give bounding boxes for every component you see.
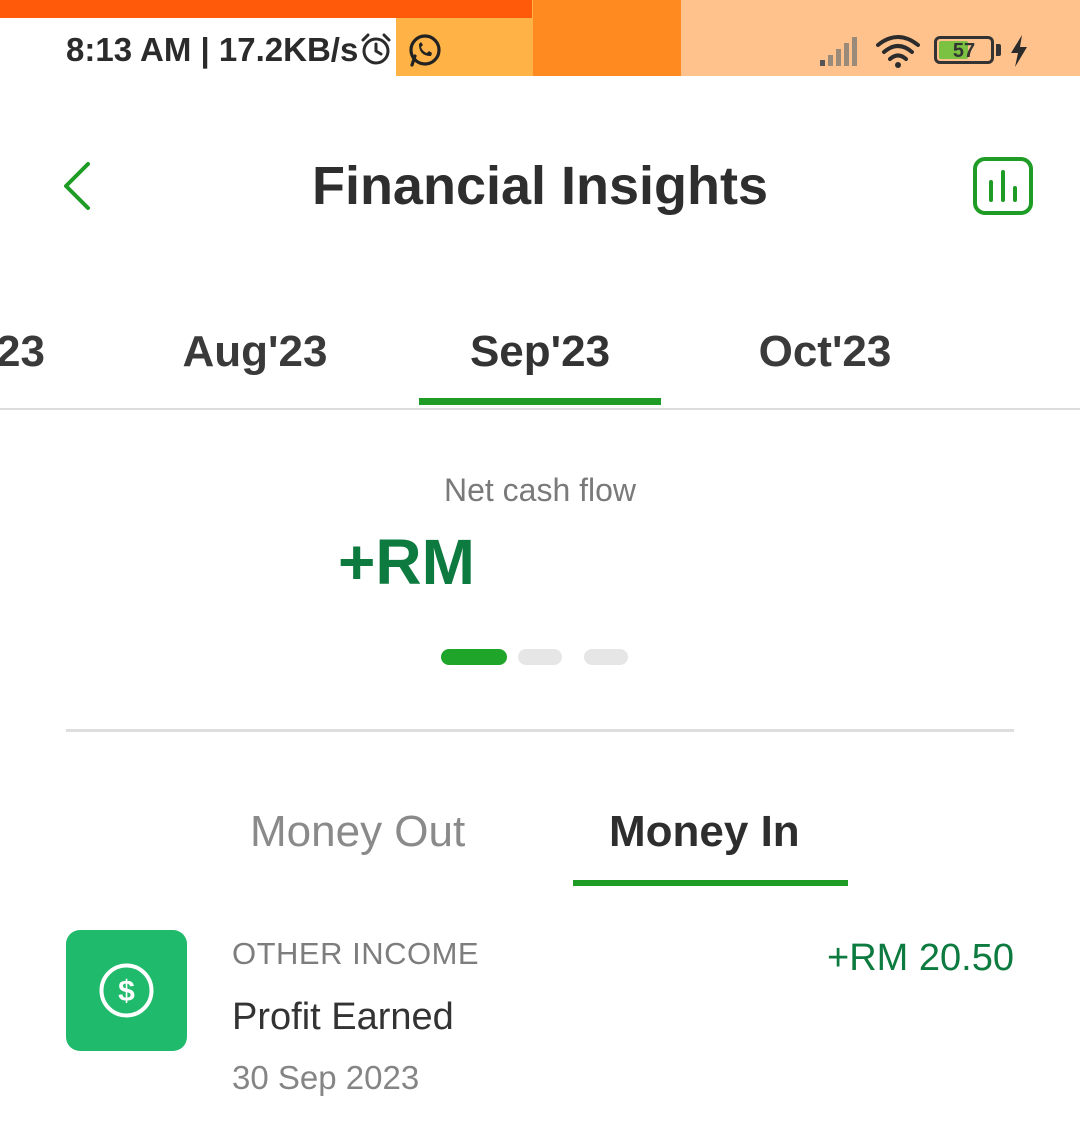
alarm-icon (361, 33, 391, 65)
tab-month-oct[interactable]: Oct'23 (730, 320, 920, 408)
transaction-category: OTHER INCOME (232, 936, 480, 971)
page-title: Financial Insights (311, 156, 769, 216)
screen: 8:13 AM | 17.2KB/s 57 Financial Insights… (0, 0, 1080, 1136)
tab-month-aug[interactable]: Aug'23 (160, 320, 350, 408)
signal-icon (820, 37, 857, 66)
transaction-date: 30 Sep 2023 (232, 1059, 420, 1096)
section-divider (66, 729, 1014, 732)
tab-money-out[interactable]: Money Out (250, 800, 465, 864)
tab-month-prev[interactable]: 23 (0, 320, 50, 408)
transaction-name: Profit Earned (232, 996, 454, 1038)
tab-money-in[interactable]: Money In (609, 800, 800, 864)
net-cash-flow-label: Net cash flow (443, 472, 637, 508)
chart-button[interactable] (972, 156, 1034, 216)
svg-text:$: $ (118, 975, 135, 1008)
charging-icon (1011, 35, 1027, 67)
transaction-row[interactable]: $ OTHER INCOME Profit Earned 30 Sep 2023… (0, 920, 1080, 1120)
transaction-icon-box: $ (66, 930, 187, 1051)
wifi-icon (876, 35, 920, 68)
status-time: 8:13 AM | 17.2KB/s (66, 31, 359, 68)
battery-icon: 57 (934, 36, 994, 64)
net-cash-flow-value: +RM (338, 526, 475, 598)
pager-dot-2[interactable] (518, 649, 562, 665)
pager-dot-1[interactable] (441, 649, 507, 665)
status-bar: 8:13 AM | 17.2KB/s 57 (0, 0, 1080, 76)
month-tabs: 23 Aug'23 Sep'23 Oct'23 (0, 320, 1080, 410)
tab-month-sep[interactable]: Sep'23 (419, 320, 661, 408)
pager-dots (0, 649, 1080, 667)
battery-level: 57 (952, 40, 976, 62)
month-tab-indicator (419, 398, 661, 405)
money-tab-indicator (573, 880, 848, 886)
transaction-amount: +RM 20.50 (827, 937, 1014, 979)
dollar-coin-icon: $ (99, 963, 154, 1018)
pager-dot-3[interactable] (584, 649, 628, 665)
whatsapp-icon (409, 34, 441, 67)
